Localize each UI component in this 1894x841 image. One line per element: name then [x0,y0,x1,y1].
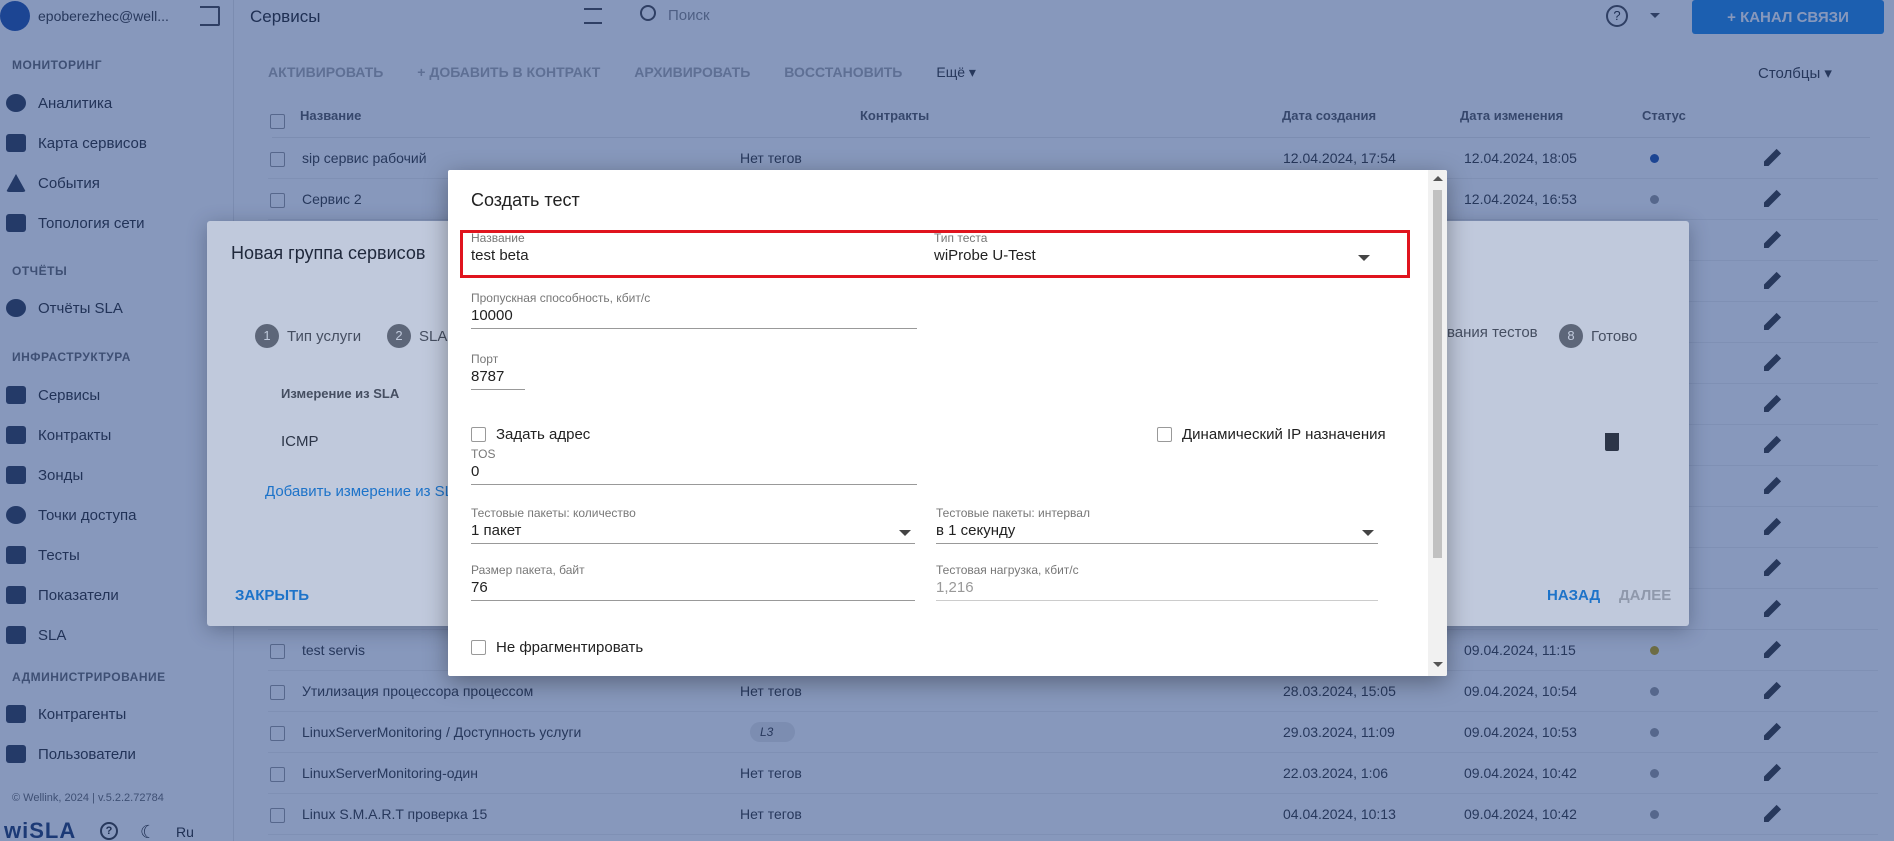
packets-interval-value[interactable]: в 1 секунду [936,522,1378,544]
field-label: Тестовые пакеты: интервал [936,506,1090,520]
scroll-down-icon[interactable] [1433,662,1443,667]
packets-interval-select[interactable]: Тестовые пакеты: интервал в 1 секунду [936,506,1378,544]
create-test-dialog: Создать тест Название test beta Тип тест… [448,170,1447,676]
test-load-value: 1,216 [936,579,1378,601]
tos-input[interactable]: 0 [471,463,917,485]
checkbox-box[interactable] [471,640,486,655]
set-address-checkbox[interactable]: Задать адрес [471,426,590,443]
highlight-box [460,230,1410,278]
dialog-scrollbar[interactable] [1428,170,1447,676]
no-fragment-checkbox[interactable]: Не фрагментировать [471,639,643,656]
chevron-down-icon[interactable] [1362,530,1374,536]
packet-size-field[interactable]: Размер пакета, байт 76 [471,563,915,601]
scroll-up-icon[interactable] [1433,176,1443,181]
port-field[interactable]: Порт 8787 [471,352,525,390]
checkbox-label: Задать адрес [496,426,591,443]
checkbox-label: Не фрагментировать [496,639,644,656]
field-label: TOS [471,447,496,461]
field-label: Порт [471,352,499,366]
bandwidth-input[interactable]: 10000 [471,307,917,329]
checkbox-box[interactable] [1157,427,1172,442]
packets-count-select[interactable]: Тестовые пакеты: количество 1 пакет [471,506,915,544]
field-label: Размер пакета, байт [471,563,585,577]
checkbox-label: Динамический IP назначения [1182,426,1386,443]
test-load-field: Тестовая нагрузка, кбит/с 1,216 [936,563,1378,601]
chevron-down-icon[interactable] [899,530,911,536]
tos-field[interactable]: TOS 0 [471,447,917,485]
scroll-thumb[interactable] [1433,190,1442,558]
bandwidth-field[interactable]: Пропускная способность, кбит/с 10000 [471,291,917,329]
packets-count-value[interactable]: 1 пакет [471,522,915,544]
dynamic-ip-checkbox[interactable]: Динамический IP назначения [1157,426,1386,443]
packet-size-input[interactable]: 76 [471,579,915,601]
field-label: Пропускная способность, кбит/с [471,291,651,305]
dialog-title: Создать тест [471,190,580,210]
field-label: Тестовые пакеты: количество [471,506,636,520]
checkbox-box[interactable] [471,427,486,442]
field-label: Тестовая нагрузка, кбит/с [936,563,1079,577]
port-input[interactable]: 8787 [471,368,525,390]
